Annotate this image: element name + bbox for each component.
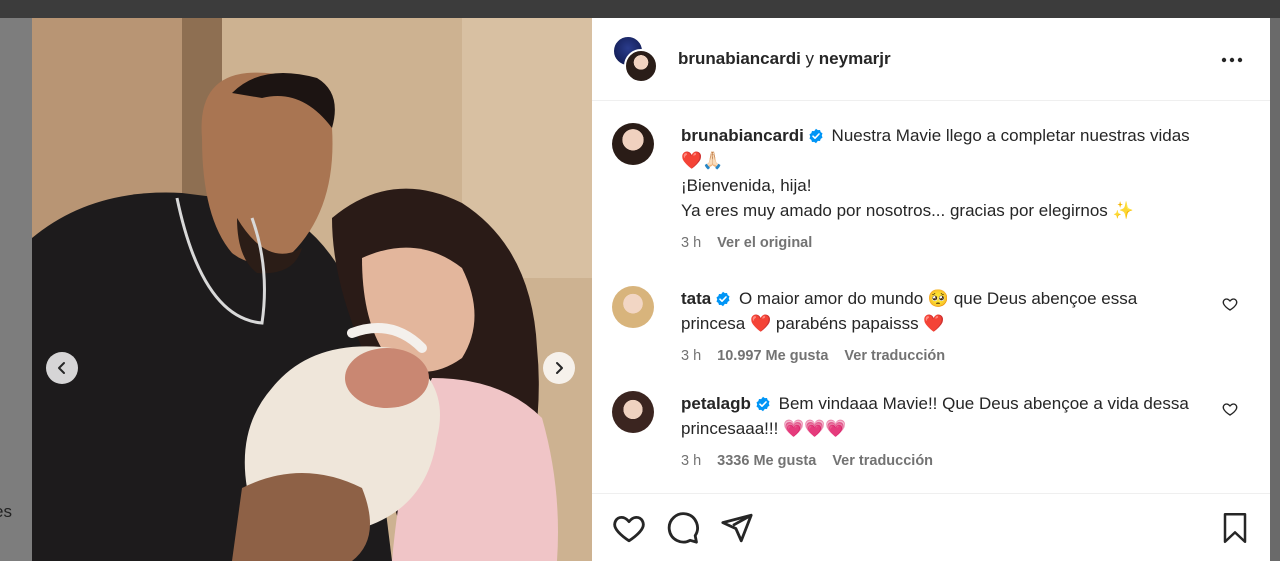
verified-badge-icon [756, 396, 770, 412]
caption-username[interactable]: brunabiancardi [681, 126, 804, 145]
comment-time: 3 h [681, 348, 702, 364]
bookmark-icon[interactable] [1220, 511, 1250, 545]
comment-time: 3 h [681, 453, 702, 469]
author-link-2[interactable]: neymarjr [819, 49, 891, 68]
caption-line-2: ¡Bienvenida, hija! [681, 176, 812, 195]
share-icon[interactable] [720, 511, 754, 545]
comment-likes[interactable]: 10.997 Me gusta [717, 344, 828, 369]
heart-icon[interactable] [612, 511, 646, 545]
see-translation-link[interactable]: Ver traducción [844, 344, 945, 369]
avatar[interactable] [612, 123, 654, 165]
avatar[interactable] [612, 391, 654, 433]
next-photo-button[interactable] [543, 352, 575, 384]
comment-username[interactable]: petalagb [681, 394, 751, 413]
caption-time: 3 h [681, 235, 702, 251]
post-photo [32, 18, 592, 561]
comment-text: O maior amor do mundo 🥺 que Deus abençoe… [681, 289, 1138, 333]
avatar-brunabiancardi [624, 49, 658, 83]
chevron-right-icon [556, 362, 563, 374]
post-action-bar [592, 493, 1270, 561]
more-horizontal-icon[interactable] [1218, 46, 1246, 74]
see-translation-link[interactable]: Ver traducción [832, 449, 933, 474]
comment-item: tata O maior amor do mundo 🥺 que Deus ab… [612, 286, 1250, 369]
comment-item: petalagb Bem vindaaa Mavie!! Que Deus ab… [612, 391, 1250, 474]
comment-icon[interactable] [666, 511, 700, 545]
background-right-edge [1270, 18, 1280, 561]
comments-list: brunabiancardi Nuestra Mavie llego a com… [592, 101, 1270, 493]
caption-line-3: Ya eres muy amado por nosotros... gracia… [681, 201, 1134, 220]
photo-illustration [32, 18, 592, 561]
like-comment-heart-icon[interactable] [1222, 401, 1238, 417]
verified-badge-icon [809, 128, 823, 144]
comment-username[interactable]: tata [681, 289, 711, 308]
post-authors: brunabiancardi y neymarjr [678, 49, 891, 69]
like-comment-heart-icon[interactable] [1222, 296, 1238, 312]
background-text-fragment: es [0, 502, 12, 521]
post-side-panel: brunabiancardi y neymarjr brunabiancardi… [592, 18, 1270, 561]
post-header: brunabiancardi y neymarjr [592, 18, 1270, 101]
avatar[interactable] [612, 286, 654, 328]
verified-badge-icon [716, 291, 730, 307]
see-original-link[interactable]: Ver el original [717, 231, 812, 256]
collab-avatars[interactable] [612, 35, 660, 83]
background-top-bar [0, 0, 1280, 18]
post-modal: brunabiancardi y neymarjr brunabiancardi… [32, 18, 1270, 561]
comment-likes[interactable]: 3336 Me gusta [717, 449, 816, 474]
chevron-left-icon [58, 362, 65, 374]
previous-photo-button[interactable] [46, 352, 78, 384]
author-link-1[interactable]: brunabiancardi [678, 49, 801, 68]
post-caption: brunabiancardi Nuestra Mavie llego a com… [612, 123, 1250, 256]
authors-joiner: y [805, 49, 815, 68]
